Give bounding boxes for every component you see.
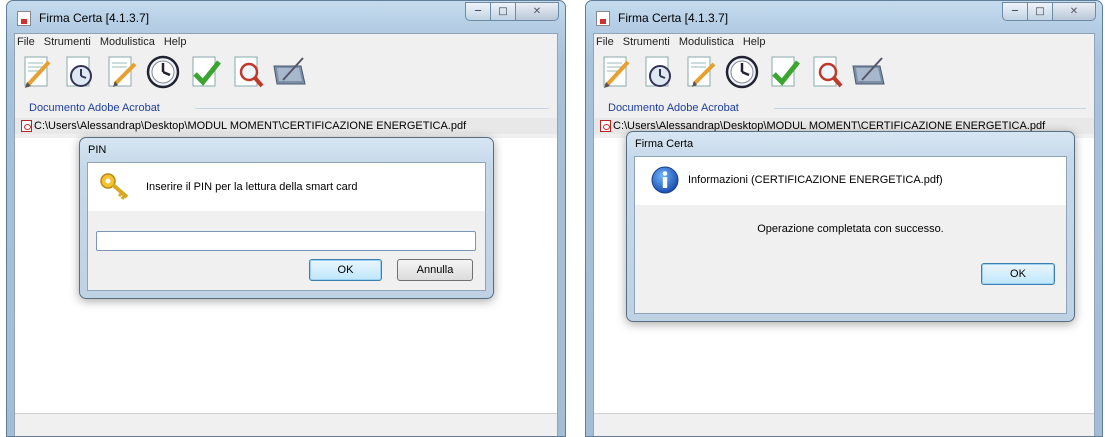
- info-dialog: Firma Certa Informazioni (CERTIFICAZIONE…: [626, 131, 1075, 322]
- dialog-message-area: Inserire il PIN per la lettura della sma…: [88, 163, 485, 211]
- menu-help[interactable]: Help: [743, 36, 766, 48]
- key-icon: [98, 171, 132, 201]
- pdf-file-icon: [21, 120, 32, 132]
- dialog-header: Informazioni (CERTIFICAZIONE ENERGETICA.…: [688, 174, 943, 186]
- file-list-item[interactable]: C:\Users\Alessandrap\Desktop\MODUL MOMEN…: [15, 118, 557, 134]
- maximize-button[interactable]: □: [1027, 2, 1053, 21]
- signature-pad-icon[interactable]: [850, 54, 886, 90]
- ok-button[interactable]: OK: [309, 259, 382, 281]
- verify-check-icon[interactable]: [187, 54, 223, 90]
- section-divider: [195, 108, 549, 109]
- menu-strumenti[interactable]: Strumenti: [44, 36, 91, 48]
- timestamp-document-icon[interactable]: [61, 54, 97, 90]
- toolbar: [594, 50, 1094, 94]
- dialog-title: PIN: [88, 144, 107, 156]
- pin-dialog: PIN Inserire il PIN per la lettura della…: [79, 137, 494, 299]
- view-search-icon[interactable]: [808, 54, 844, 90]
- menu-strumenti[interactable]: Strumenti: [623, 36, 670, 48]
- close-button[interactable]: ✕: [515, 2, 559, 21]
- dialog-client: Inserire il PIN per la lettura della sma…: [87, 162, 486, 291]
- dialog-message: Inserire il PIN per la lettura della sma…: [146, 181, 358, 193]
- section-title: Documento Adobe Acrobat: [29, 102, 160, 114]
- menu-file[interactable]: File: [17, 36, 35, 48]
- window-title: Firma Certa [4.1.3.7]: [618, 11, 729, 25]
- view-search-icon[interactable]: [229, 54, 265, 90]
- menu-help[interactable]: Help: [164, 36, 187, 48]
- sign-document-icon[interactable]: [598, 54, 634, 90]
- dialog-client: Informazioni (CERTIFICAZIONE ENERGETICA.…: [634, 156, 1067, 314]
- verify-check-icon[interactable]: [766, 54, 802, 90]
- timestamp-icon[interactable]: [724, 54, 760, 90]
- pdf-file-icon: [600, 120, 611, 132]
- title-bar[interactable]: Firma Certa [4.1.3.7] ─ □ ✕: [586, 1, 1102, 33]
- menu-modulistica[interactable]: Modulistica: [100, 36, 155, 48]
- title-bar[interactable]: Firma Certa [4.1.3.7] ─ □ ✕: [7, 1, 565, 33]
- menu-file[interactable]: File: [596, 36, 614, 48]
- sign-edit-icon[interactable]: [103, 54, 139, 90]
- dialog-title: Firma Certa: [635, 138, 694, 150]
- status-bar: [594, 413, 1094, 436]
- cancel-button[interactable]: Annulla: [397, 259, 473, 281]
- timestamp-document-icon[interactable]: [640, 54, 676, 90]
- dialog-message: Operazione completata con successo.: [757, 223, 944, 235]
- menu-modulistica[interactable]: Modulistica: [679, 36, 734, 48]
- app-icon: [17, 11, 31, 26]
- maximize-button[interactable]: □: [490, 2, 516, 21]
- pin-input[interactable]: [96, 231, 476, 251]
- section-divider: [774, 108, 1086, 109]
- minimize-button[interactable]: ─: [465, 2, 491, 21]
- dialog-header-area: Informazioni (CERTIFICAZIONE ENERGETICA.…: [635, 157, 1066, 205]
- menu-bar: File Strumenti Modulistica Help: [594, 34, 1094, 50]
- menu-bar: File Strumenti Modulistica Help: [15, 34, 557, 50]
- close-button[interactable]: ✕: [1052, 2, 1096, 21]
- toolbar: [15, 50, 557, 94]
- file-path: C:\Users\Alessandrap\Desktop\MODUL MOMEN…: [34, 120, 467, 132]
- ok-button[interactable]: OK: [981, 263, 1055, 285]
- window-title: Firma Certa [4.1.3.7]: [39, 11, 150, 25]
- minimize-button[interactable]: ─: [1002, 2, 1028, 21]
- status-bar: [15, 413, 557, 436]
- timestamp-icon[interactable]: [145, 54, 181, 90]
- section-title: Documento Adobe Acrobat: [608, 102, 739, 114]
- app-icon: [596, 11, 610, 26]
- sign-edit-icon[interactable]: [682, 54, 718, 90]
- info-icon: [650, 165, 680, 195]
- signature-pad-icon[interactable]: [271, 54, 307, 90]
- sign-document-icon[interactable]: [19, 54, 55, 90]
